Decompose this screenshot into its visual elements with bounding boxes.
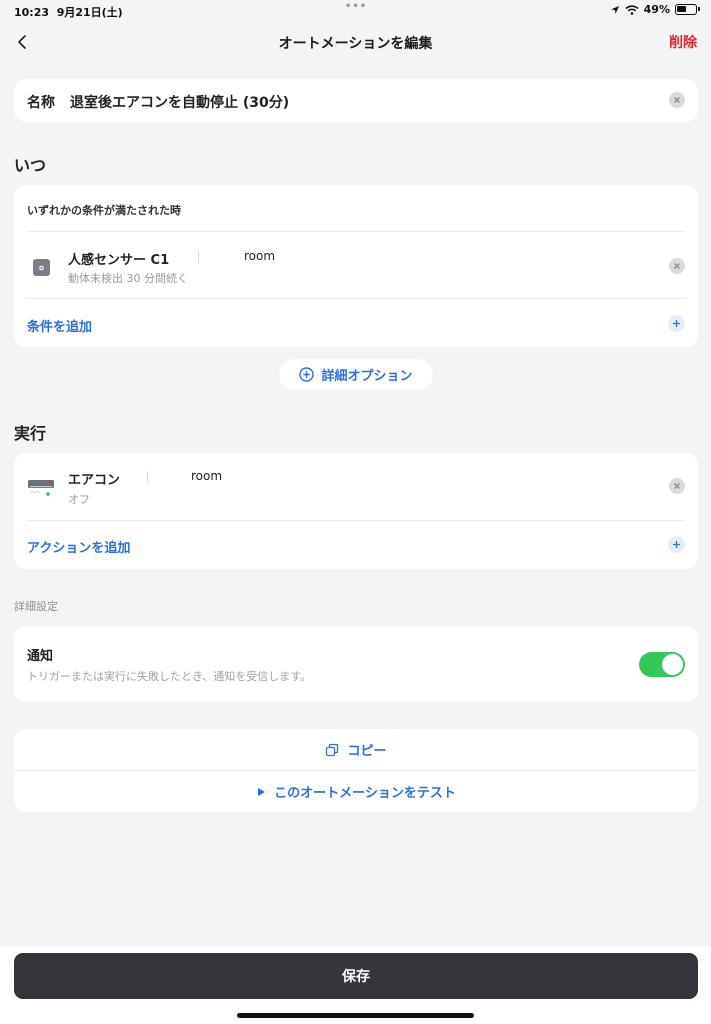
copy-label: コピー [347, 744, 387, 759]
delete-button[interactable]: 削除 [669, 32, 697, 52]
room-separator [147, 471, 148, 483]
clear-name-button[interactable] [669, 92, 685, 108]
add-action-link[interactable]: アクションを追加 [27, 537, 130, 556]
notification-description: トリガーまたは実行に失敗したとき、通知を受信します。 [27, 670, 312, 683]
plus-icon [673, 320, 680, 327]
status-date: 9月21日(土) [56, 6, 123, 19]
copy-icon [326, 743, 339, 756]
page-title: オートメーションを編集 [278, 36, 433, 52]
when-section-title: いつ [14, 156, 47, 175]
status-indicators: 49% [610, 3, 700, 16]
battery-icon [675, 4, 700, 15]
action-device-name: エアコン [68, 473, 121, 488]
advanced-options-button[interactable]: 詳細オプション [279, 359, 433, 390]
advanced-options-label: 詳細オプション [321, 369, 413, 384]
battery-percent: 49% [643, 3, 670, 16]
condition-room: room [244, 249, 276, 263]
notification-toggle[interactable] [639, 652, 685, 677]
when-card: いずれかの条件が満たされた時 人感センサー C1 room 動体未検出 30 分… [14, 185, 698, 347]
advanced-settings-label: 詳細設定 [14, 600, 58, 613]
name-value[interactable]: 退室後エアコンを自動停止 (30分) [70, 92, 289, 112]
save-button[interactable]: 保存 [14, 953, 698, 999]
test-automation-button[interactable]: このオートメーションをテスト [14, 771, 698, 812]
name-field[interactable]: 名称 退室後エアコンを自動停止 (30分) [14, 79, 698, 122]
status-time: 10:23 9月21日(土) [14, 4, 123, 20]
multitasking-dots[interactable]: ••• [345, 1, 367, 12]
test-automation-label: このオートメーションをテスト [274, 786, 456, 801]
divider [27, 231, 685, 232]
add-action-button[interactable] [668, 536, 685, 553]
svg-text:⌒⌒: ⌒⌒ [30, 492, 40, 498]
add-condition-link[interactable]: 条件を追加 [27, 316, 92, 335]
execute-card: ⌒⌒ エアコン room オフ アクションを追加 [14, 453, 698, 569]
action-detail: オフ [68, 493, 90, 506]
close-icon [674, 263, 680, 269]
condition-detail: 動体未検出 30 分間続く [68, 272, 188, 285]
remove-condition-button[interactable] [669, 258, 685, 274]
divider [27, 520, 685, 521]
toggle-knob [662, 654, 683, 675]
notification-title: 通知 [27, 649, 54, 664]
remove-action-button[interactable] [669, 478, 685, 494]
plus-circle-icon [299, 367, 315, 382]
room-separator [198, 251, 199, 263]
actions-card: コピー このオートメーションをテスト [14, 729, 698, 812]
nav-bar: オートメーションを編集 削除 [0, 24, 711, 60]
copy-button[interactable]: コピー [14, 729, 698, 770]
status-clock: 10:23 [14, 6, 50, 19]
notification-card: 通知 トリガーまたは実行に失敗したとき、通知を受信します。 [14, 626, 698, 702]
location-icon [610, 5, 619, 14]
home-indicator[interactable] [237, 1013, 474, 1018]
close-icon [674, 483, 680, 489]
play-icon [258, 787, 266, 796]
plus-icon [673, 541, 680, 548]
condition-device-name: 人感センサー C1 [68, 253, 170, 268]
name-label: 名称 [27, 95, 55, 111]
motion-sensor-icon [33, 259, 50, 276]
divider [27, 298, 685, 299]
save-label: 保存 [342, 969, 370, 985]
close-icon [674, 97, 680, 103]
air-conditioner-icon: ⌒⌒ [28, 480, 54, 498]
action-room: room [191, 469, 223, 483]
execute-section-title: 実行 [14, 424, 47, 443]
status-bar: 10:23 9月21日(土) ••• 49% [0, 0, 711, 22]
add-condition-button[interactable] [668, 315, 685, 332]
condition-header: いずれかの条件が満たされた時 [27, 204, 181, 217]
wifi-icon [625, 4, 639, 15]
